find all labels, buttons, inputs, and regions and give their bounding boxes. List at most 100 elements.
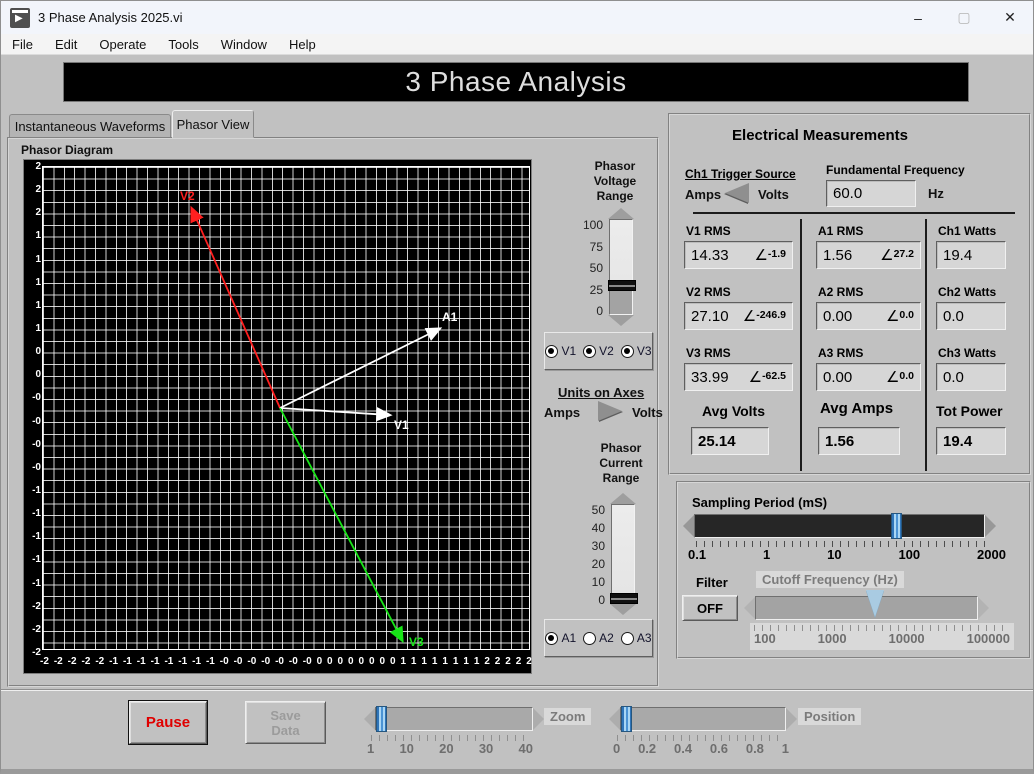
v2-rms-field[interactable]: 27.10 ∠-246.9 <box>684 302 793 330</box>
x-tick-label: -1 <box>137 656 146 667</box>
x-tick-label: 2 <box>526 656 532 667</box>
position-handle[interactable] <box>621 706 632 732</box>
ch1-watts-value: 19.4 <box>943 247 972 264</box>
menu-tools[interactable]: Tools <box>157 37 209 52</box>
slider-left-arrow[interactable] <box>683 515 694 537</box>
x-tick-label: -0 <box>275 656 284 667</box>
filter-off-button[interactable]: OFF <box>682 595 738 621</box>
ch1-watts-label: Ch1 Watts <box>938 224 996 238</box>
ch2-watts-field[interactable]: 0.0 <box>936 302 1006 330</box>
sampling-handle[interactable] <box>891 513 902 539</box>
minimize-button[interactable]: – <box>895 1 941 34</box>
radio-icon[interactable] <box>621 345 634 358</box>
menu-edit[interactable]: Edit <box>44 37 88 52</box>
phasor-vector-v2 <box>192 209 280 408</box>
avg-amps-field[interactable]: 1.56 <box>818 427 900 455</box>
fundamental-frequency-field[interactable]: 60.0 <box>826 180 916 207</box>
radio-v3[interactable]: V3 <box>621 344 652 358</box>
position-tick-labels: 00.20.40.60.81 <box>613 741 789 756</box>
radio-v2[interactable]: V2 <box>583 344 614 358</box>
radio-label: A1 <box>561 631 576 645</box>
position-track[interactable] <box>620 707 786 731</box>
voltage-range-slider[interactable]: 1007550250 <box>581 208 634 326</box>
menu-help[interactable]: Help <box>278 37 327 52</box>
tick-label: 0 <box>596 304 603 318</box>
slider-left-arrow[interactable] <box>609 708 620 730</box>
y-tick-label: 0 <box>35 370 41 380</box>
units-switch[interactable] <box>598 401 622 421</box>
menu-file[interactable]: File <box>1 37 44 52</box>
slider-right-arrow[interactable] <box>978 597 989 619</box>
slider-right-arrow[interactable] <box>786 708 797 730</box>
fundamental-frequency-label: Fundamental Frequency <box>826 163 965 177</box>
zoom-slider[interactable] <box>364 707 544 731</box>
y-tick-label: -1 <box>32 579 41 589</box>
sampling-track[interactable] <box>694 514 985 538</box>
a3-rms-label: A3 RMS <box>818 346 863 360</box>
x-tick-label: 1 <box>400 656 406 667</box>
cutoff-pointer[interactable] <box>866 590 884 617</box>
radio-a2[interactable]: A2 <box>583 631 614 645</box>
close-button[interactable]: ✕ <box>987 1 1033 34</box>
tick-label: 10 <box>592 575 605 589</box>
tick-label: 100000 <box>967 631 1010 646</box>
radio-label: V3 <box>637 344 652 358</box>
slider-down-arrow[interactable] <box>610 604 636 615</box>
v1-rms-field[interactable]: 14.33 ∠-1.9 <box>684 241 793 269</box>
radio-a1[interactable]: A1 <box>545 631 576 645</box>
current-range-track[interactable] <box>611 504 635 604</box>
current-range-handle[interactable] <box>610 593 638 604</box>
voltage-range-handle[interactable] <box>608 280 636 291</box>
phasor-diagram-plot[interactable]: 2221111100-0-0-0-0-1-1-1-1-1-2-2-2 V2A1V… <box>23 159 532 674</box>
sampling-slider[interactable] <box>683 514 996 538</box>
v3-rms-field[interactable]: 33.99 ∠-62.5 <box>684 363 793 391</box>
slider-left-arrow[interactable] <box>744 597 755 619</box>
radio-icon[interactable] <box>583 345 596 358</box>
slider-down-arrow[interactable] <box>608 315 634 326</box>
trigger-source-switch[interactable] <box>725 183 749 203</box>
pause-button[interactable]: Pause <box>129 701 207 744</box>
avg-volts-field[interactable]: 25.14 <box>691 427 769 455</box>
menu-operate[interactable]: Operate <box>88 37 157 52</box>
y-tick-label: -0 <box>32 393 41 403</box>
maximize-button[interactable]: ▢ <box>941 1 987 34</box>
slider-up-arrow[interactable] <box>610 493 636 504</box>
a3-rms-field[interactable]: 0.00 ∠0.0 <box>816 363 921 391</box>
ch1-watts-field[interactable]: 19.4 <box>936 241 1006 269</box>
radio-a3[interactable]: A3 <box>621 631 652 645</box>
app-window: 3 Phase Analysis 2025.vi – ▢ ✕ File Edit… <box>0 0 1034 774</box>
v2-angle: -246.9 <box>756 309 786 321</box>
a2-rms-field[interactable]: 0.00 ∠0.0 <box>816 302 921 330</box>
tick-label: 75 <box>590 240 603 254</box>
tot-power-field[interactable]: 19.4 <box>936 427 1006 455</box>
slider-right-arrow[interactable] <box>985 515 996 537</box>
current-range-slider[interactable]: 50403020100 <box>583 493 636 615</box>
slider-right-arrow[interactable] <box>533 708 544 730</box>
radio-icon[interactable] <box>545 345 558 358</box>
radio-icon[interactable] <box>621 632 634 645</box>
tick-label: 100 <box>583 218 603 232</box>
tab-instantaneous-waveforms[interactable]: Instantaneous Waveforms <box>9 114 171 138</box>
zoom-handle[interactable] <box>376 706 387 732</box>
radio-icon[interactable] <box>583 632 596 645</box>
x-tick-label: -2 <box>95 656 104 667</box>
voltage-range-track[interactable] <box>609 219 633 315</box>
zoom-track[interactable] <box>375 707 533 731</box>
v3-rms-label: V3 RMS <box>686 346 731 360</box>
position-slider[interactable] <box>609 707 797 731</box>
slider-left-arrow[interactable] <box>364 708 375 730</box>
ch3-watts-field[interactable]: 0.0 <box>936 363 1006 391</box>
radio-icon[interactable] <box>545 632 558 645</box>
a1-angle: 27.2 <box>894 248 914 260</box>
slider-up-arrow[interactable] <box>608 208 634 219</box>
y-tick-label: 1 <box>35 278 41 288</box>
tot-power-label: Tot Power <box>936 403 1003 419</box>
x-tick-label: 0 <box>327 656 333 667</box>
a1-rms-field[interactable]: 1.56 ∠27.2 <box>816 241 921 269</box>
measurements-title: Electrical Measurements <box>700 127 940 144</box>
menu-window[interactable]: Window <box>210 37 278 52</box>
tab-phasor-view[interactable]: Phasor View <box>172 110 254 138</box>
v1-rms-value: 14.33 <box>691 247 729 264</box>
save-data-button[interactable]: Save Data <box>245 701 326 744</box>
radio-v1[interactable]: V1 <box>545 344 576 358</box>
